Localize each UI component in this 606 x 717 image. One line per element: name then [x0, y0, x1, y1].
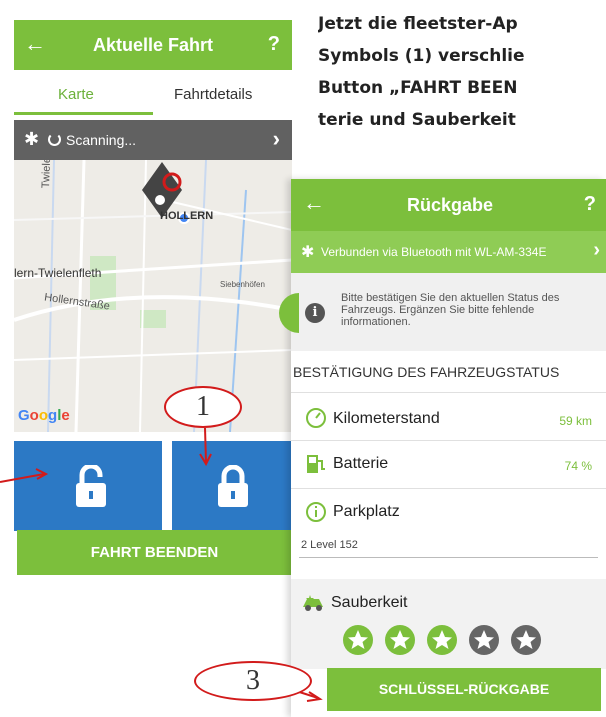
unlock-button[interactable] [14, 441, 162, 531]
page-title: Rückgabe [407, 195, 494, 215]
parking-row[interactable]: Parkplatz 2 Level 152 [291, 489, 606, 577]
unlocked-padlock-icon [76, 465, 106, 507]
bluetooth-status-text: Scanning... [66, 132, 137, 148]
battery-value: 74 % [564, 459, 592, 473]
bluetooth-icon: ✱ [301, 244, 315, 261]
intro-line: Symbols (1) verschlie [318, 46, 525, 66]
charging-station-icon [307, 455, 325, 473]
chevron-right-icon[interactable]: › [593, 239, 600, 262]
speedometer-icon [306, 408, 326, 428]
battery-label: Batterie [333, 455, 389, 472]
help-icon[interactable]: ? [268, 33, 280, 56]
bluetooth-status-bar[interactable]: ✱ Scanning... › [14, 120, 292, 160]
active-tab-indicator [14, 112, 153, 115]
bluetooth-icon: ✱ [24, 129, 40, 149]
odometer-label: Kilometerstand [333, 410, 440, 427]
page-title: Aktuelle Fahrt [92, 35, 214, 55]
intro-line: Button „FAHRT BEEN [318, 78, 518, 98]
map-view[interactable]: Twielenflether Chau lern-Twielenfleth Ho… [14, 160, 292, 432]
tab-bar: Karte Fahrtdetails [14, 70, 292, 115]
intro-line: terie und Sauberkeit [318, 110, 516, 130]
info-text: Bitte bestätigen Sie den aktuellen Statu… [341, 292, 560, 328]
intro-line: Jetzt die fleetster-Ap [318, 14, 518, 34]
input-underline [299, 557, 598, 558]
intro-text: Jetzt die fleetster-Ap Symbols (1) versc… [318, 8, 606, 136]
help-icon[interactable]: ? [584, 193, 596, 216]
map-label: lern-Twielenfleth [14, 266, 102, 280]
return-screen: ← Rückgabe ? ✱ Verbunden via Bluetooth m… [291, 179, 606, 717]
parking-label: Parkplatz [333, 503, 400, 520]
chevron-right-icon[interactable]: › [273, 126, 280, 152]
rating-star-icon[interactable] [427, 625, 457, 655]
app-header: ← Rückgabe ? [291, 179, 606, 231]
annotation-marker-1: 1 [164, 386, 242, 428]
map-label: Siebenhöfen [220, 280, 265, 289]
tab-map[interactable]: Karte [58, 86, 94, 104]
current-trip-screen: ← Aktuelle Fahrt ? Karte Fahrtdetails ✱ … [0, 0, 292, 717]
odometer-row[interactable]: Kilometerstand 59 km [291, 395, 606, 441]
section-title: BESTÄTIGUNG DES FAHRZEUGSTATUS [291, 351, 606, 393]
app-header: ← Aktuelle Fahrt ? [14, 20, 292, 70]
info-box: i Bitte bestätigen Sie den aktuellen Sta… [291, 273, 606, 351]
lock-button[interactable] [172, 441, 292, 531]
odometer-value: 59 km [559, 414, 592, 428]
back-arrow-icon[interactable]: ← [303, 191, 325, 215]
info-icon: i [305, 303, 325, 323]
end-trip-button[interactable]: FAHRT BEENDEN [17, 530, 292, 575]
cleanliness-section: Sauberkeit [291, 579, 606, 669]
cleanliness-label: Sauberkeit [331, 594, 408, 611]
locked-padlock-icon [218, 465, 248, 507]
info-circle-icon [306, 502, 326, 522]
parking-value: 2 Level 152 [301, 539, 358, 551]
rating-star-icon[interactable] [343, 625, 373, 655]
key-return-button[interactable]: SCHLÜSSEL-RÜCKGABE [327, 668, 601, 711]
google-logo: Google [18, 407, 70, 424]
rating-star-icon[interactable] [385, 625, 415, 655]
rating-star-icon[interactable] [511, 625, 541, 655]
tab-trip-details[interactable]: Fahrtdetails [174, 86, 252, 104]
rating-star-icon[interactable] [469, 625, 499, 655]
bluetooth-status-bar[interactable]: ✱ Verbunden via Bluetooth mit WL-AM-334E… [291, 231, 606, 273]
car-cleaning-icon [303, 595, 323, 611]
loading-spinner-icon [48, 133, 61, 146]
map-label: HOLLERN [160, 210, 214, 222]
bluetooth-status-text: Verbunden via Bluetooth mit WL-AM-334E [321, 245, 547, 259]
battery-row[interactable]: Batterie 74 % [291, 441, 606, 489]
annotation-marker-3: 3 [194, 661, 312, 701]
